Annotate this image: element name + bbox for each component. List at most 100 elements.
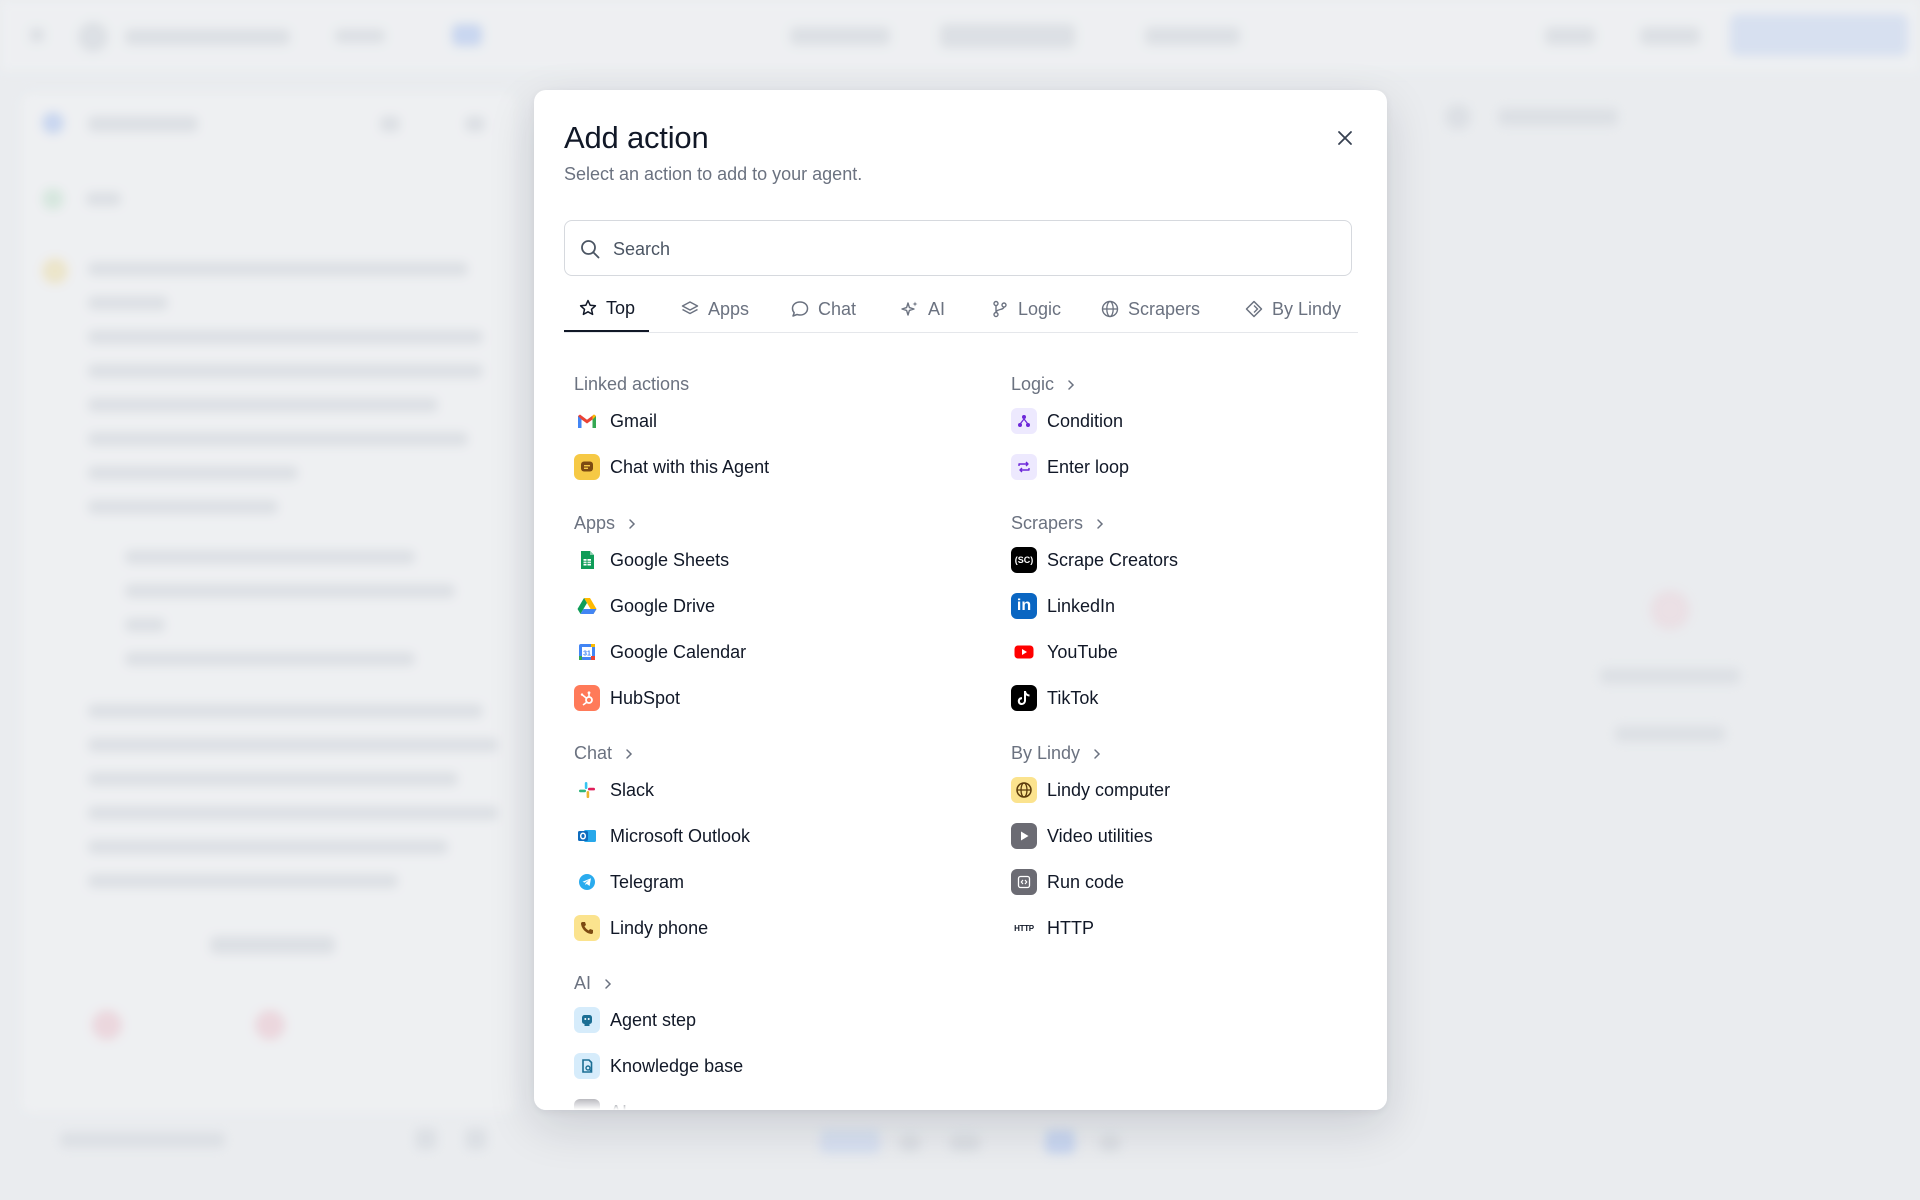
tab-label: Scrapers xyxy=(1128,298,1201,319)
scroll-fade xyxy=(534,1092,1387,1110)
action-google-calendar[interactable]: 31 Google Calendar xyxy=(574,632,746,672)
action-gmail[interactable]: Gmail xyxy=(574,401,657,441)
chevron-right-icon xyxy=(629,518,636,529)
close-icon xyxy=(1338,131,1352,145)
tab-logic[interactable]: Logic xyxy=(990,286,1061,332)
close-button[interactable] xyxy=(1329,122,1361,154)
section-chat[interactable]: Chat xyxy=(574,743,636,764)
section-title-label: Chat xyxy=(574,743,613,763)
sparkles-icon xyxy=(901,301,918,316)
search-input[interactable] xyxy=(611,221,1335,277)
action-label: LinkedIn xyxy=(1047,595,1116,616)
action-microsoft-outlook[interactable]: Microsoft Outlook xyxy=(574,816,750,856)
slack-icon xyxy=(574,777,600,803)
add-action-dialog: Add action Select an action to add to yo… xyxy=(534,90,1387,1110)
section-scrapers[interactable]: Scrapers xyxy=(1011,513,1107,534)
action-label: YouTube xyxy=(1047,641,1118,662)
action-label: Microsoft Outlook xyxy=(610,825,751,846)
action-label: HTTP xyxy=(1047,917,1094,938)
youtube-icon xyxy=(1011,639,1037,665)
tab-label: Logic xyxy=(1018,298,1062,319)
action-http[interactable]: HTTP HTTP xyxy=(1011,908,1094,948)
section-title-label: Logic xyxy=(1011,374,1055,394)
chat-agent-icon xyxy=(574,454,600,480)
category-tabs: Top Apps Chat AI Logic Scrapers By Lindy xyxy=(564,286,1358,333)
action-label: Google Calendar xyxy=(610,641,747,662)
dialog-title: Add action xyxy=(564,120,709,155)
section-ai[interactable]: AI xyxy=(574,973,615,994)
section-logic[interactable]: Logic xyxy=(1011,374,1078,395)
condition-icon xyxy=(1011,408,1037,434)
action-label: Lindy computer xyxy=(1047,779,1171,800)
section-title-label: Linked actions xyxy=(574,374,690,394)
layers-icon xyxy=(681,301,699,315)
tab-label: Apps xyxy=(708,298,750,319)
action-lindy-phone[interactable]: Lindy phone xyxy=(574,908,708,948)
video-play-icon xyxy=(1011,823,1037,849)
chevron-right-icon xyxy=(626,748,633,759)
action-label: TikTok xyxy=(1047,687,1099,708)
tab-scrapers[interactable]: Scrapers xyxy=(1100,286,1200,332)
tab-top[interactable]: Top xyxy=(564,286,650,332)
tab-ai[interactable]: AI xyxy=(900,286,945,332)
search-icon xyxy=(581,240,600,259)
action-label: Chat with this Agent xyxy=(610,456,770,477)
globe-icon xyxy=(1101,300,1119,318)
chevron-right-icon xyxy=(1094,748,1101,759)
git-branch-icon xyxy=(993,300,1007,318)
action-label: Google Sheets xyxy=(610,549,730,570)
action-label: Scrape Creators xyxy=(1047,549,1179,570)
action-video-utilities[interactable]: Video utilities xyxy=(1011,816,1153,856)
action-hubspot[interactable]: HubSpot xyxy=(574,678,680,718)
tiktok-icon xyxy=(1011,685,1037,711)
action-label: Lindy phone xyxy=(610,917,709,938)
action-linkedin[interactable]: in LinkedIn xyxy=(1011,586,1115,626)
scrape-creators-icon: (SC) xyxy=(1011,547,1037,573)
search-box[interactable] xyxy=(564,220,1352,277)
agent-step-icon xyxy=(574,1007,600,1033)
tab-label: By Lindy xyxy=(1272,298,1342,319)
section-title-label: Apps xyxy=(574,513,616,533)
knowledge-base-icon xyxy=(574,1053,600,1079)
action-youtube[interactable]: YouTube xyxy=(1011,632,1118,672)
loop-icon xyxy=(1011,454,1037,480)
action-label: Agent step xyxy=(610,1009,697,1030)
section-title-label: Scrapers xyxy=(1011,513,1084,533)
lindy-computer-icon xyxy=(1011,777,1037,803)
tab-chat[interactable]: Chat xyxy=(790,286,856,332)
tab-apps[interactable]: Apps xyxy=(680,286,749,332)
hubspot-icon xyxy=(574,685,600,711)
star-icon xyxy=(579,299,597,316)
action-enter-loop[interactable]: Enter loop xyxy=(1011,447,1129,487)
tab-label: Top xyxy=(606,297,636,318)
action-lindy-computer[interactable]: Lindy computer xyxy=(1011,770,1170,810)
http-icon: HTTP xyxy=(1014,923,1034,933)
action-run-code[interactable]: Run code xyxy=(1011,862,1124,902)
section-title-label: By Lindy xyxy=(1011,743,1081,763)
action-chat-with-agent[interactable]: Chat with this Agent xyxy=(574,447,769,487)
action-label: Slack xyxy=(610,779,655,800)
outlook-icon xyxy=(574,823,600,849)
action-label: Run code xyxy=(1047,871,1125,892)
action-label: Condition xyxy=(1047,410,1124,431)
tab-by-lindy[interactable]: By Lindy xyxy=(1244,286,1341,332)
code-icon xyxy=(1011,869,1037,895)
section-apps[interactable]: Apps xyxy=(574,513,639,534)
action-telegram[interactable]: Telegram xyxy=(574,862,684,902)
chevron-right-icon xyxy=(605,978,612,989)
google-drive-icon xyxy=(574,593,600,619)
section-by-lindy[interactable]: By Lindy xyxy=(1011,743,1104,764)
action-condition[interactable]: Condition xyxy=(1011,401,1123,441)
telegram-icon xyxy=(574,869,600,895)
google-calendar-icon: 31 xyxy=(574,639,600,665)
action-tiktok[interactable]: TikTok xyxy=(1011,678,1098,718)
action-agent-step[interactable]: Agent step xyxy=(574,1000,696,1040)
action-slack[interactable]: Slack xyxy=(574,770,654,810)
tab-label: Chat xyxy=(818,298,857,319)
chevron-right-icon xyxy=(1097,518,1104,529)
action-scrape-creators[interactable]: (SC) Scrape Creators xyxy=(1011,540,1178,580)
action-google-sheets[interactable]: Google Sheets xyxy=(574,540,729,580)
action-google-drive[interactable]: Google Drive xyxy=(574,586,715,626)
tab-label: AI xyxy=(928,298,946,319)
action-knowledge-base[interactable]: Knowledge base xyxy=(574,1046,743,1086)
